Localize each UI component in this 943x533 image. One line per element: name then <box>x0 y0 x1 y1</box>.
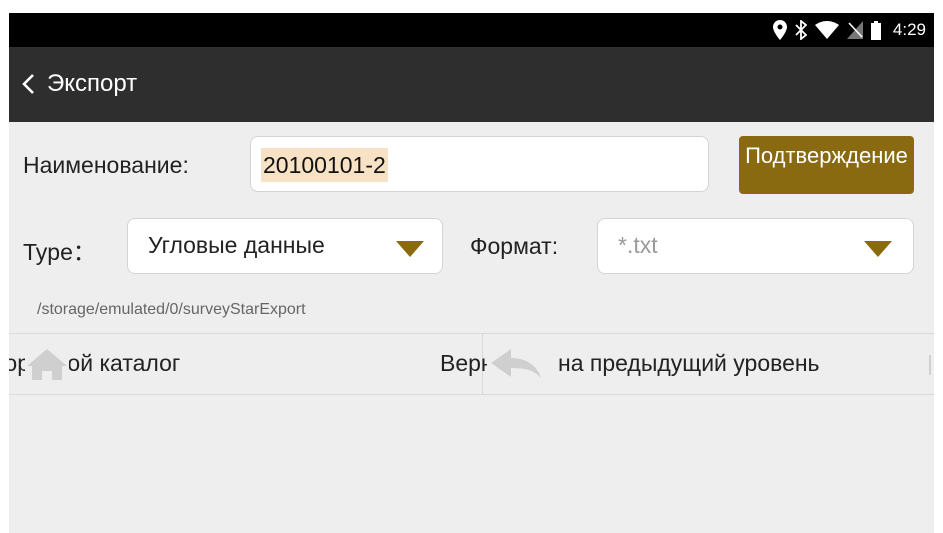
export-path: /storage/emulated/0/surveyStarExport <box>37 301 306 318</box>
type-label: Type： <box>23 239 96 265</box>
back-button[interactable]: Экспорт <box>21 65 137 103</box>
confirm-button-label: Подтверждение <box>745 143 908 168</box>
page-title: Экспорт <box>47 70 138 97</box>
type-select-value: Угловые данные <box>148 232 325 258</box>
reply-arrow-icon <box>487 346 557 382</box>
dropdown-caret-icon <box>864 241 892 257</box>
name-label: Наименование: <box>23 152 189 178</box>
app-screen: 4:29 Экспорт Наименование: 20100101-2 По… <box>9 13 934 533</box>
chevron-left-icon <box>21 73 35 95</box>
home-icon <box>25 346 69 382</box>
title-bar: Экспорт <box>9 47 934 122</box>
status-icons: 4:29 <box>772 13 926 47</box>
no-sim-icon <box>846 21 863 39</box>
battery-icon <box>870 20 881 40</box>
name-input[interactable]: 20100101-2 <box>250 136 709 192</box>
name-input-value: 20100101-2 <box>261 148 388 182</box>
format-select-value: *.txt <box>618 232 658 258</box>
wifi-icon <box>814 21 839 39</box>
format-label: Формат: <box>470 233 559 259</box>
scroll-edge-indicator <box>929 355 931 375</box>
root-directory-button[interactable]: Корневой каталог <box>9 334 482 394</box>
confirm-button[interactable]: Подтверждение <box>739 136 914 194</box>
type-select[interactable]: Угловые данные <box>127 218 443 274</box>
status-time: 4:29 <box>892 20 926 39</box>
dropdown-caret-icon <box>396 241 424 257</box>
directory-navigation: Корневой каталог Вернуться на предыдущий… <box>9 333 934 395</box>
parent-directory-button[interactable]: Вернуться на предыдущий уровень <box>429 334 934 394</box>
format-select[interactable]: *.txt <box>597 218 914 274</box>
location-icon <box>772 20 787 40</box>
bluetooth-icon <box>795 20 807 40</box>
status-bar: 4:29 <box>9 13 934 47</box>
